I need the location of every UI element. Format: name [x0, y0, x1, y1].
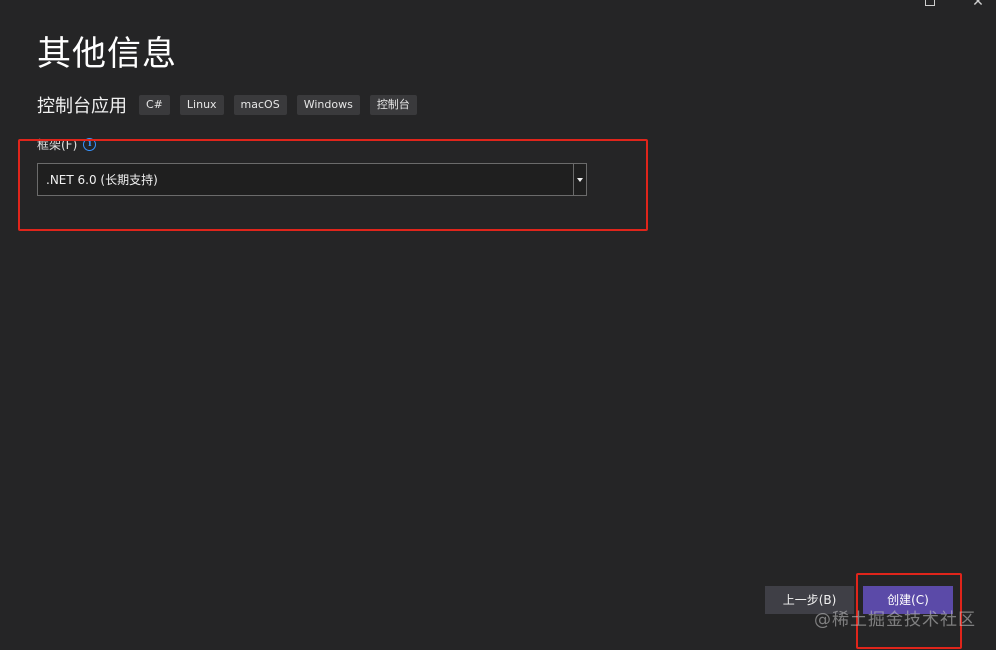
page-title: 其他信息 [37, 34, 177, 74]
tag-linux: Linux [179, 95, 224, 115]
tag-console: 控制台 [369, 95, 417, 115]
maximize-icon[interactable] [922, 0, 938, 10]
tag-macos: macOS [233, 95, 287, 115]
watermark: @稀土掘金技术社区 [814, 610, 976, 630]
framework-highlight [18, 139, 648, 231]
tag-csharp: C# [139, 95, 170, 115]
template-name: 控制台应用 [37, 96, 127, 117]
close-icon[interactable]: ✕ [970, 0, 986, 10]
window-controls: ✕ [876, 0, 996, 14]
template-header: 控制台应用 C# Linux macOS Windows 控制台 [37, 92, 427, 118]
tag-windows: Windows [296, 95, 360, 115]
